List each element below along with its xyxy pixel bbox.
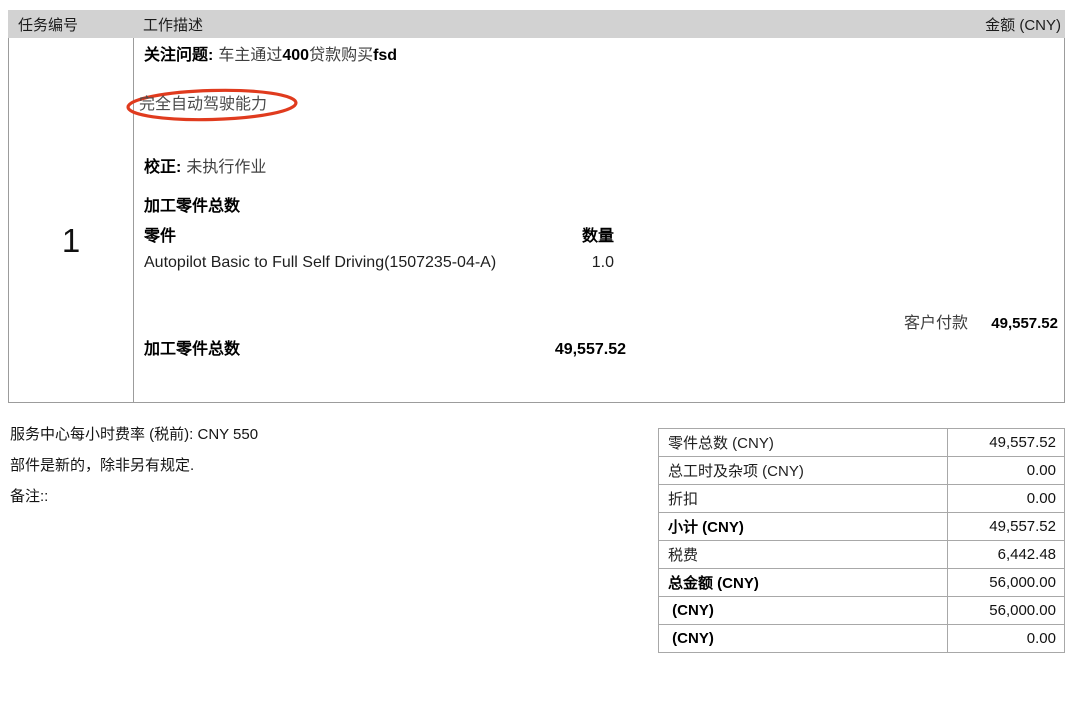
- summary-label: (CNY): [659, 625, 948, 653]
- part-row: Autopilot Basic to Full Self Driving(150…: [144, 253, 614, 273]
- summary-value: 56,000.00: [948, 569, 1065, 597]
- summary-row-discount: 折扣 0.00: [659, 485, 1065, 513]
- customer-payment-label: 客户付款: [904, 314, 968, 334]
- hourly-rate-note: 服务中心每小时费率 (税前): CNY 550: [10, 419, 258, 450]
- work-items-header-row: 任务编号 工作描述 金额 (CNY): [8, 10, 1065, 38]
- concern-text: 车主通过: [218, 47, 282, 64]
- summary-label: (CNY): [659, 597, 948, 625]
- parts-total-footer-row: 加工零件总数 49,557.52: [144, 340, 626, 360]
- header-work-description: 工作描述: [133, 14, 961, 35]
- work-description-cell: 关注问题:车主通过400贷款购买fsd 完全自动驾驶能力 校正:未执行作业 加工…: [134, 38, 975, 402]
- summary-label: 税费: [659, 541, 948, 569]
- circled-service-name: 完全自动驾驶能力: [139, 95, 267, 115]
- correction-value: 未执行作业: [186, 159, 266, 176]
- work-items-table: 任务编号 工作描述 金额 (CNY) 1 关注问题:车主通过400贷款购买fsd…: [8, 10, 1065, 403]
- amount-cell: 49,557.52: [975, 38, 1064, 402]
- task-number-cell: 1: [9, 38, 134, 402]
- summary-value: 49,557.52: [948, 429, 1065, 457]
- summary-label: 总金额 (CNY): [659, 569, 948, 597]
- summary-row-cny-balance: (CNY) 0.00: [659, 625, 1065, 653]
- parts-total-footer-label: 加工零件总数: [144, 340, 240, 360]
- parts-col-header: 零件: [144, 227, 176, 247]
- parts-total-footer-value: 49,557.52: [555, 340, 626, 360]
- summary-label: 折扣: [659, 485, 948, 513]
- summary-label: 小计 (CNY): [659, 513, 948, 541]
- parts-columns-header: 零件 数量: [144, 227, 614, 247]
- work-item-row: 1 关注问题:车主通过400贷款购买fsd 完全自动驾驶能力 校正:未执行作业 …: [8, 38, 1065, 403]
- totals-summary-table: 零件总数 (CNY) 49,557.52 总工时及杂项 (CNY) 0.00 折…: [658, 428, 1065, 653]
- part-name: Autopilot Basic to Full Self Driving(150…: [144, 253, 496, 273]
- correction-line: 校正: 未执行作业: [144, 158, 266, 178]
- correction-label: 校正:: [144, 159, 181, 176]
- summary-value: 0.00: [948, 625, 1065, 653]
- summary-value: 56,000.00: [948, 597, 1065, 625]
- parts-total-heading: 加工零件总数: [144, 197, 240, 217]
- task-number: 1: [9, 222, 133, 260]
- part-qty: 1.0: [592, 253, 614, 273]
- summary-value: 49,557.52: [948, 513, 1065, 541]
- summary-row-subtotal: 小计 (CNY) 49,557.52: [659, 513, 1065, 541]
- header-amount-cny: 金额 (CNY): [961, 14, 1065, 35]
- concern-line: 关注问题:车主通过400贷款购买fsd: [144, 46, 397, 66]
- summary-row-tax: 税费 6,442.48: [659, 541, 1065, 569]
- summary-value: 0.00: [948, 457, 1065, 485]
- remarks-note: 备注::: [10, 481, 258, 512]
- concern-label: 关注问题:: [144, 47, 213, 64]
- summary-row-cny-paid: (CNY) 56,000.00: [659, 597, 1065, 625]
- parts-policy-note: 部件是新的，除非另有规定.: [10, 450, 258, 481]
- summary-row-parts-total: 零件总数 (CNY) 49,557.52: [659, 429, 1065, 457]
- summary-label: 总工时及杂项 (CNY): [659, 457, 948, 485]
- summary-row-grand-total: 总金额 (CNY) 56,000.00: [659, 569, 1065, 597]
- customer-payment-amount: 49,557.52: [991, 315, 1058, 332]
- summary-row-labor-misc: 总工时及杂项 (CNY) 0.00: [659, 457, 1065, 485]
- summary-label: 零件总数 (CNY): [659, 429, 948, 457]
- qty-col-header: 数量: [582, 227, 614, 247]
- service-invoice-page: 任务编号 工作描述 金额 (CNY) 1 关注问题:车主通过400贷款购买fsd…: [0, 0, 1080, 723]
- summary-value: 0.00: [948, 485, 1065, 513]
- summary-value: 6,442.48: [948, 541, 1065, 569]
- footer-notes: 服务中心每小时费率 (税前): CNY 550 部件是新的，除非另有规定. 备注…: [10, 419, 258, 512]
- header-task-number: 任务编号: [8, 14, 133, 35]
